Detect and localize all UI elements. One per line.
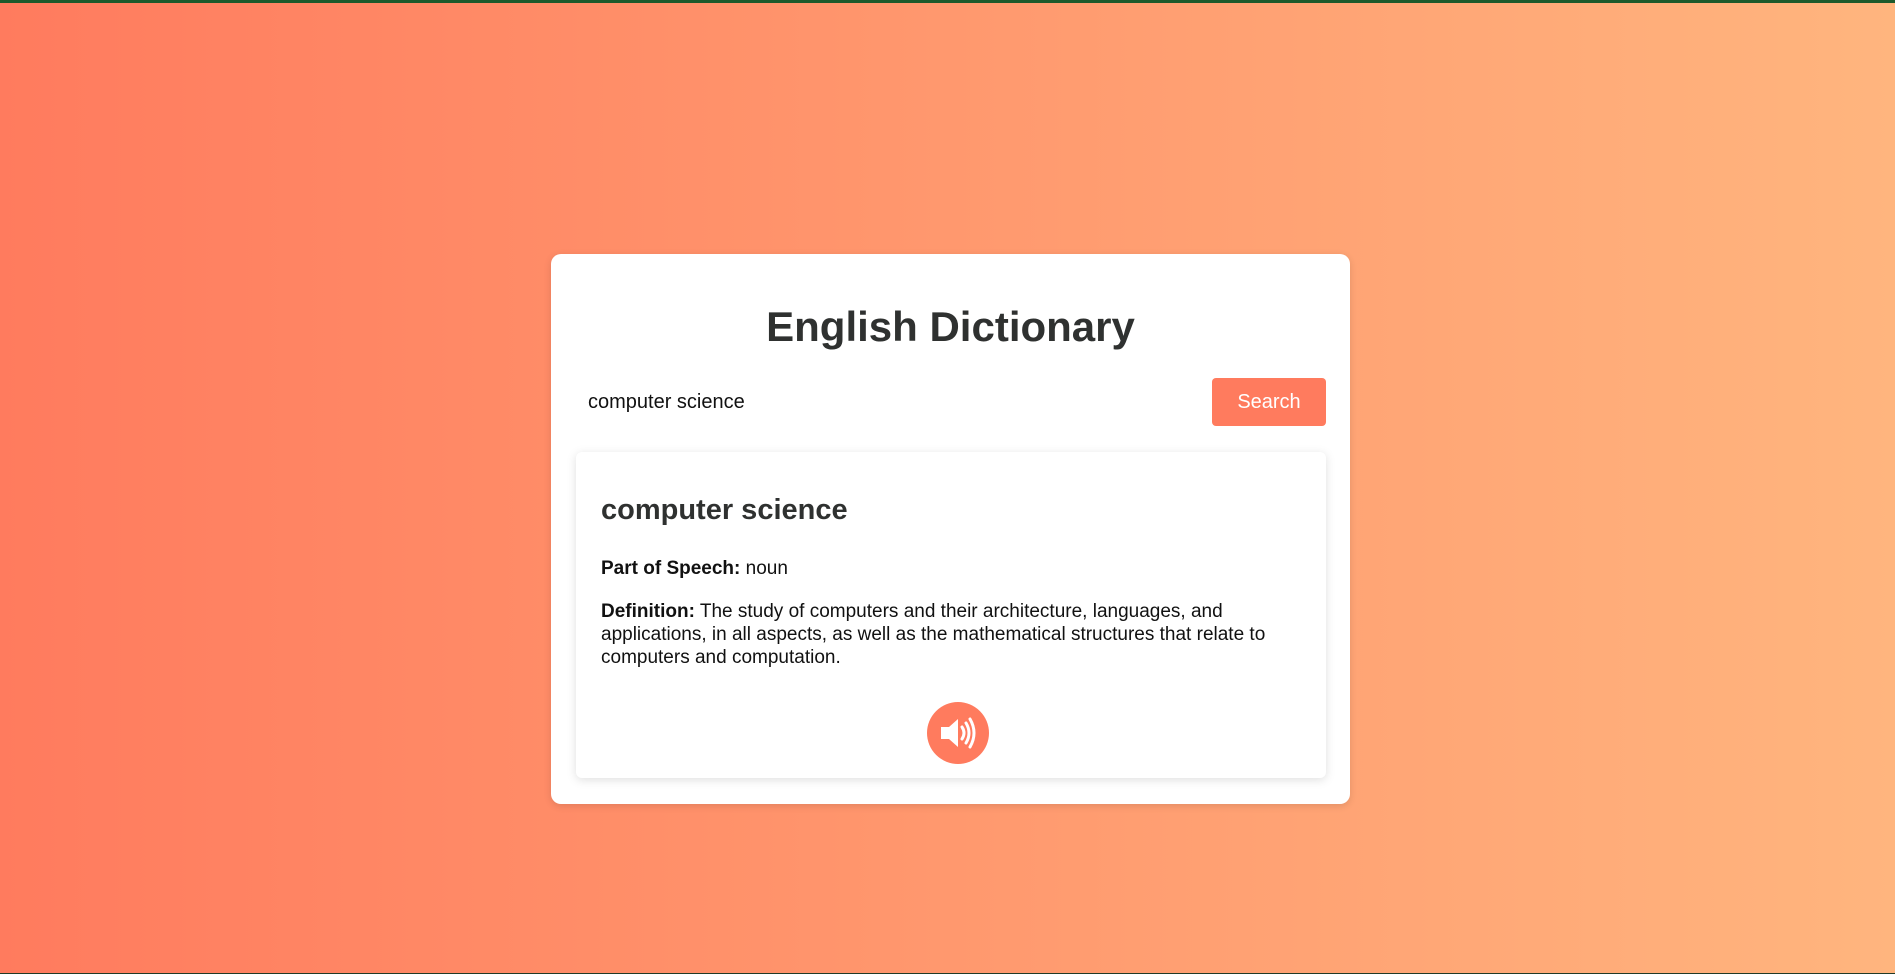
- page-title: English Dictionary: [766, 303, 1135, 350]
- play-audio-button[interactable]: [927, 702, 989, 764]
- search-input[interactable]: [576, 378, 1196, 426]
- definition-label: Definition:: [601, 601, 695, 622]
- top-border: [0, 0, 1895, 3]
- part-of-speech-value: noun: [745, 558, 788, 579]
- dictionary-card: English Dictionary Search computer scien…: [551, 254, 1350, 804]
- part-of-speech: Part of Speech: noun: [601, 557, 1311, 580]
- speaker-volume-icon: [941, 717, 976, 749]
- search-button[interactable]: Search: [1212, 378, 1326, 426]
- result-word: computer science: [601, 494, 848, 526]
- definition: Definition: The study of computers and t…: [601, 600, 1311, 669]
- part-of-speech-label: Part of Speech:: [601, 558, 741, 579]
- result-panel: computer science Part of Speech: noun De…: [576, 452, 1326, 778]
- definition-text: The study of computers and their archite…: [601, 601, 1266, 668]
